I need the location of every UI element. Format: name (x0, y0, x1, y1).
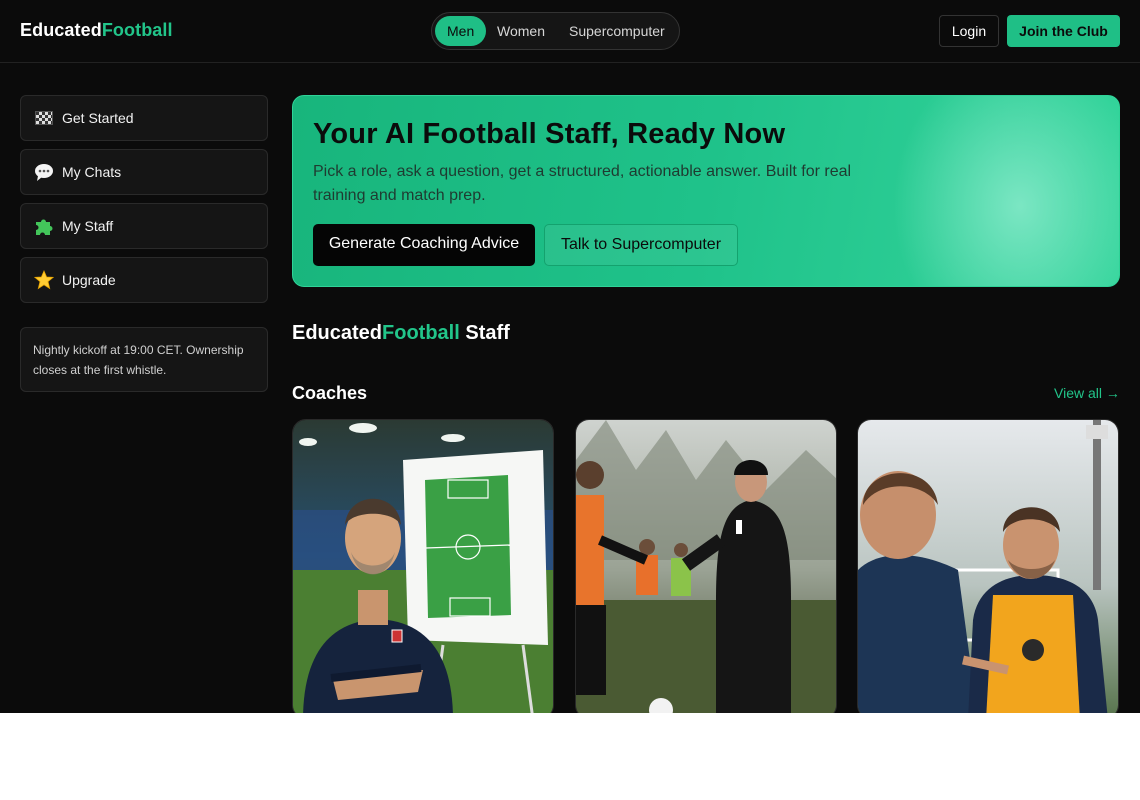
staff-heading-part1: Educated (292, 322, 383, 344)
join-club-button[interactable]: Join the Club (1007, 15, 1120, 47)
tab-supercomputer[interactable]: Supercomputer (557, 16, 677, 46)
staff-heading-part3: Staff (459, 322, 510, 344)
staff-heading-accent: Football (382, 322, 460, 344)
logo-text-primary: Educated (20, 20, 102, 40)
hero-banner: Your AI Football Staff, Ready Now Pick a… (292, 95, 1120, 287)
app-window: EducatedFootball Men Women Supercomputer… (0, 0, 1140, 713)
checkered-flag-icon (33, 107, 55, 129)
sidebar-item-upgrade[interactable]: Upgrade (20, 257, 268, 303)
top-bar: EducatedFootball Men Women Supercomputer… (0, 0, 1140, 63)
hero-subtitle: Pick a role, ask a question, get a struc… (313, 163, 852, 204)
sidebar-item-label: Upgrade (62, 272, 116, 288)
sidebar-item-label: Get Started (62, 110, 134, 126)
hero-title: Your AI Football Staff, Ready Now (313, 118, 786, 150)
generate-advice-button[interactable]: Generate Coaching Advice (313, 224, 535, 266)
view-all-link[interactable]: View all → (1054, 385, 1120, 401)
coach-training-photo (576, 420, 836, 713)
sidebar-item-label: My Chats (62, 164, 122, 180)
gender-switch: Men Women Supercomputer (431, 12, 680, 50)
coach-card-training[interactable] (575, 419, 837, 713)
kickoff-notice: Nightly kickoff at 19:00 CET. Ownership … (20, 327, 268, 392)
logo-text-accent: Football (101, 20, 173, 40)
tab-women[interactable]: Women (485, 16, 557, 46)
tab-men[interactable]: Men (435, 16, 487, 46)
sidebar-item-label: My Staff (62, 218, 114, 234)
sidebar-item-my-chats[interactable]: My Chats (20, 149, 268, 195)
star-icon (33, 269, 55, 291)
logo[interactable]: EducatedFootball (20, 20, 173, 41)
sidebar-item-my-staff[interactable]: My Staff (20, 203, 268, 249)
speech-bubble-icon (33, 161, 55, 183)
login-button[interactable]: Login (939, 15, 999, 47)
sidebar-item-get-started[interactable]: Get Started (20, 95, 268, 141)
coach-talk-photo (858, 420, 1118, 713)
coach-card-tactics[interactable] (292, 419, 554, 713)
coach-card-talk[interactable] (857, 419, 1119, 713)
coach-tactics-photo (293, 420, 553, 713)
staff-heading: EducatedFootball Staff (292, 322, 510, 345)
puzzle-piece-icon (33, 215, 55, 237)
talk-supercomputer-button[interactable]: Talk to Supercomputer (544, 224, 738, 266)
coaches-section-title: Coaches (292, 383, 368, 403)
